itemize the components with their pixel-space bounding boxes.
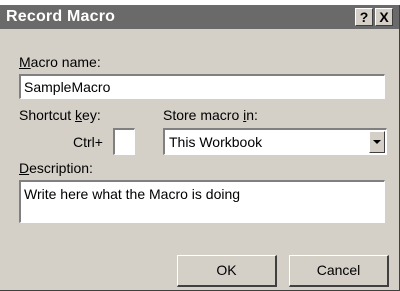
store-label-pre: Store macro — [163, 107, 244, 123]
help-button[interactable]: ? — [355, 8, 373, 26]
description-textarea[interactable]: Write here what the Macro is doing — [19, 180, 385, 223]
close-button[interactable]: X — [375, 8, 393, 26]
dialog-title: Record Macro — [6, 8, 116, 25]
ok-button[interactable]: OK — [177, 255, 277, 287]
description-label-rest: escription: — [29, 160, 93, 176]
store-macro-select[interactable]: This Workbook — [163, 128, 387, 155]
store-label-post: n: — [246, 107, 258, 123]
store-macro-label: Store macro in: — [163, 107, 258, 123]
macro-name-label-rest: acro name: — [30, 54, 101, 70]
shortcut-key-label: Shortcut key: — [19, 107, 101, 123]
description-label-accel: D — [19, 160, 30, 176]
record-macro-dialog: Record Macro ? X Macro name: SampleMacro… — [0, 5, 400, 291]
description-label: Description: — [19, 160, 93, 176]
chevron-down-icon — [373, 140, 381, 144]
macro-name-input[interactable]: SampleMacro — [19, 74, 385, 99]
cancel-button[interactable]: Cancel — [289, 255, 389, 287]
title-bar[interactable]: Record Macro ? X — [0, 5, 399, 29]
macro-name-label: Macro name: — [19, 54, 101, 70]
dropdown-button[interactable] — [369, 131, 385, 153]
shortcut-label-accel: k — [75, 107, 83, 123]
shortcut-label-post: ey: — [82, 107, 101, 123]
shortcut-label-pre: Shortcut — [19, 107, 76, 123]
macro-name-label-accel: M — [19, 54, 31, 70]
shortcut-key-input[interactable] — [113, 128, 135, 155]
store-macro-selected: This Workbook — [169, 134, 263, 150]
ctrl-prefix-label: Ctrl+ — [73, 134, 103, 150]
